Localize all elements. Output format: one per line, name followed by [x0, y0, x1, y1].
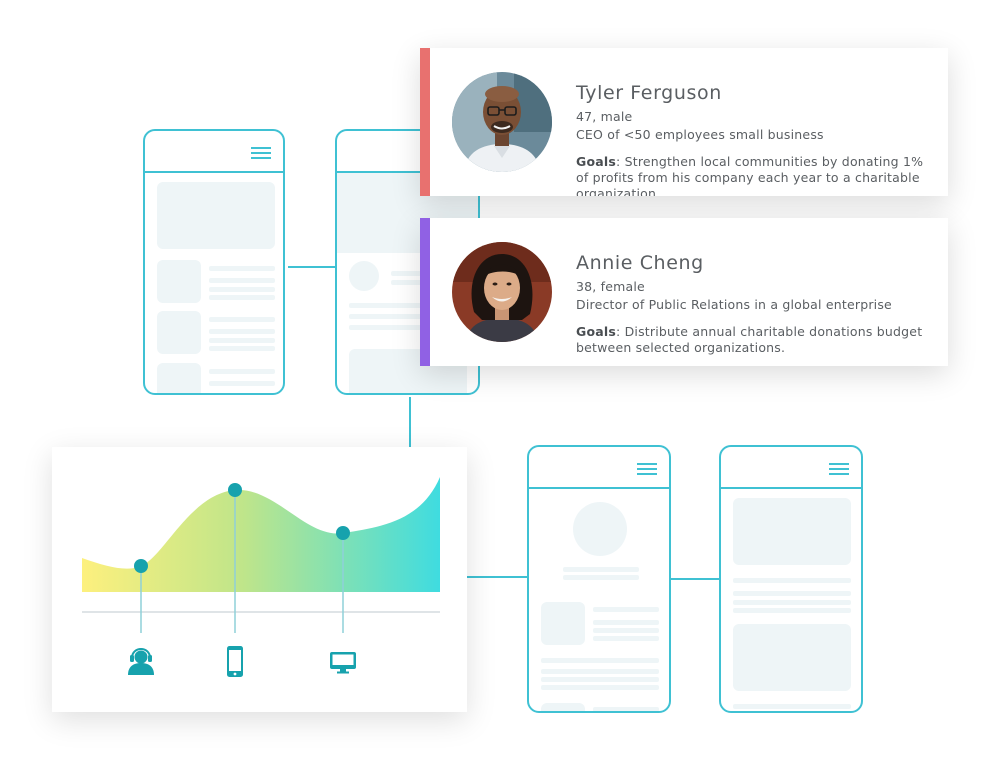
wireframe-text-line: [209, 295, 275, 300]
wireframe-content-block: [733, 624, 851, 691]
persona-card-annie[interactable]: Annie Cheng 38, female Director of Publi…: [420, 218, 948, 366]
wireframe-hero-block: [733, 498, 851, 565]
wireframe-screen-profile: [527, 445, 671, 713]
wireframe-hero-block: [157, 182, 275, 249]
wireframe-text-line: [733, 600, 851, 605]
wireframe-text-line: [209, 338, 275, 343]
hamburger-menu-icon: [251, 147, 271, 160]
wireframe-text-line: [563, 575, 639, 580]
goals-label: Goals: [576, 154, 617, 169]
wireframe-text-line: [733, 578, 851, 583]
persona-goals: Goals: Distribute annual charitable dona…: [576, 324, 928, 356]
journey-area-curve: [82, 477, 440, 592]
touchpoint-marker: [336, 526, 350, 540]
avatar: [452, 242, 552, 342]
goals-label: Goals: [576, 324, 617, 339]
wireframe-text-line: [563, 567, 639, 572]
hamburger-menu-icon: [637, 463, 657, 476]
wireframe-text-line: [541, 669, 659, 674]
wireframe-text-line: [209, 346, 275, 351]
wireframe-text-line: [209, 381, 275, 386]
wireframe-screen-home: [143, 129, 285, 395]
persona-accent-bar: [420, 48, 430, 196]
wireframe-avatar-placeholder: [573, 502, 627, 556]
wireframe-thumbnail: [541, 703, 585, 711]
touchpoint-marker: [228, 483, 242, 497]
goals-text: : Distribute annual charitable donations…: [576, 324, 923, 355]
wireframe-text-line: [209, 369, 275, 374]
wireframe-text-line: [209, 329, 275, 334]
wireframe-text-line: [209, 287, 275, 292]
support-agent-icon: [128, 648, 154, 675]
touchpoint-marker: [134, 559, 148, 573]
wireframe-text-line: [593, 620, 659, 625]
persona-role: CEO of <50 employees small business: [576, 127, 824, 142]
wireframe-text-line: [541, 658, 659, 663]
persona-age-gender: 47, male: [576, 109, 633, 124]
goals-text: : Strengthen local communities by donati…: [576, 154, 924, 196]
persona-accent-bar: [420, 218, 430, 366]
persona-role: Director of Public Relations in a global…: [576, 297, 892, 312]
wireframe-text-line: [541, 677, 659, 682]
wireframe-text-line: [733, 704, 851, 709]
wireframe-text-line: [733, 591, 851, 596]
wireframe-text-line: [593, 628, 659, 633]
persona-name: Tyler Ferguson: [576, 82, 722, 104]
persona-goals: Goals: Strengthen local communities by d…: [576, 154, 928, 196]
persona-name: Annie Cheng: [576, 252, 704, 274]
wireframe-text-line: [209, 317, 275, 322]
wireframe-text-line: [209, 266, 275, 271]
avatar: [452, 72, 552, 172]
wireframe-text-line: [733, 608, 851, 613]
wireframe-thumbnail: [157, 363, 201, 393]
wireframe-text-line: [593, 636, 659, 641]
wireframe-text-line: [593, 707, 659, 711]
desktop-monitor-icon: [330, 652, 356, 674]
wireframe-screen-details: [719, 445, 863, 713]
wireframe-avatar-placeholder: [349, 261, 379, 291]
wireframe-header: [721, 447, 861, 489]
wireframe-text-line: [541, 685, 659, 690]
wireframe-thumbnail: [541, 602, 585, 645]
wireframe-thumbnail: [157, 311, 201, 354]
wireframe-header: [529, 447, 669, 489]
smartphone-icon: [227, 646, 243, 677]
wireframe-header: [145, 131, 283, 173]
wireframe-thumbnail: [157, 260, 201, 303]
journey-chart-card: [52, 447, 467, 712]
wireframe-text-line: [593, 607, 659, 612]
persona-card-tyler[interactable]: Tyler Ferguson 47, male CEO of <50 emplo…: [420, 48, 948, 196]
hamburger-menu-icon: [829, 463, 849, 476]
wireframe-text-line: [209, 278, 275, 283]
persona-age-gender: 38, female: [576, 279, 645, 294]
journey-chart: [82, 477, 440, 677]
